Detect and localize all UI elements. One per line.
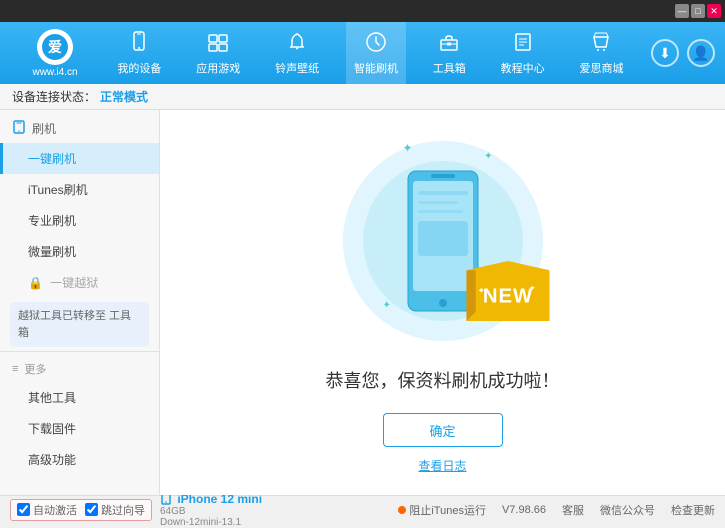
more-section-header: ≡ 更多 [0, 356, 159, 382]
apps-games-icon [207, 31, 229, 56]
logo-area: 爱 www.i4.cn [10, 29, 100, 78]
phone-illustration: ✦ ✦ ✦ NEW [343, 131, 543, 351]
toolbox-icon [438, 31, 460, 56]
minimize-button[interactable]: — [675, 4, 689, 18]
sidebar-item-download-firmware[interactable]: 下载固件 [0, 413, 159, 444]
smart-flash-icon [365, 31, 387, 56]
flash-section-header: 刷机 [0, 114, 159, 143]
flash-section-label: 刷机 [32, 120, 56, 137]
sparkle-2: ✦ [484, 151, 492, 162]
sidebar: 刷机 一键刷机 iTunes刷机 专业刷机 微量刷机 🔒 一键越狱 越狱工具已转… [0, 110, 160, 495]
nav-smart-flash-label: 智能刷机 [354, 60, 398, 76]
itunes-status: 阻止iTunes运行 [398, 502, 486, 518]
content-area: ✦ ✦ ✦ NEW [160, 110, 725, 495]
nav-tutorials[interactable]: 教程中心 [493, 22, 553, 84]
download-button[interactable]: ⬇ [651, 39, 679, 67]
jailbreak-note: 越狱工具已转移至 工具箱 [10, 302, 149, 347]
title-bar: — □ ✕ [0, 0, 725, 22]
sidebar-item-advanced[interactable]: 高级功能 [0, 444, 159, 475]
nav-tutorials-label: 教程中心 [501, 60, 545, 76]
sidebar-item-pro-flash[interactable]: 专业刷机 [0, 205, 159, 236]
sidebar-item-one-click-flash[interactable]: 一键刷机 [0, 143, 159, 174]
sidebar-item-other-tools[interactable]: 其他工具 [0, 382, 159, 413]
device-info: iPhone 12 mini 64GB Down-12mini-13.1 [160, 492, 262, 528]
main-layout: 刷机 一键刷机 iTunes刷机 专业刷机 微量刷机 🔒 一键越狱 越狱工具已转… [0, 110, 725, 495]
skip-wizard-label: 跳过向导 [101, 502, 145, 518]
sidebar-divider [0, 351, 159, 352]
logo-text: www.i4.cn [32, 67, 77, 78]
bottom-right: 阻止iTunes运行 V7.98.66 客服 微信公众号 检查更新 [398, 502, 715, 518]
header-actions: ⬇ 👤 [651, 39, 715, 67]
itunes-status-dot [398, 506, 406, 514]
lock-icon: 🔒 [28, 276, 43, 290]
flash-section-icon [12, 120, 26, 137]
svg-text:NEW: NEW [482, 286, 532, 308]
sidebar-item-itunes-flash[interactable]: iTunes刷机 [0, 174, 159, 205]
maximize-button[interactable]: □ [691, 4, 705, 18]
ringtones-icon [286, 31, 308, 56]
nav-mall-label: 爱思商城 [579, 60, 623, 76]
nav-apps-games[interactable]: 应用游戏 [188, 22, 248, 84]
check-update-link[interactable]: 检查更新 [671, 502, 715, 518]
status-bar: 设备连接状态： 正常模式 [0, 84, 725, 110]
sidebar-item-jailbreak-disabled: 🔒 一键越狱 [0, 267, 159, 298]
mall-icon [590, 31, 612, 56]
bottom-bar: 自动激活 跳过向导 iPhone 12 mini 64GB Down-12min… [0, 495, 725, 523]
status-label: 设备连接状态： [12, 88, 96, 105]
account-button[interactable]: 👤 [687, 39, 715, 67]
auto-launch-input[interactable] [17, 503, 30, 516]
logo-icon: 爱 [37, 29, 73, 65]
nav-apps-games-label: 应用游戏 [196, 60, 240, 76]
nav-ringtones-label: 铃声壁纸 [275, 60, 319, 76]
skip-wizard-input[interactable] [85, 503, 98, 516]
device-model: Down-12mini-13.1 [160, 517, 262, 528]
sparkle-1: ✦ [403, 141, 413, 155]
nav-toolbox-label: 工具箱 [433, 60, 466, 76]
close-button[interactable]: ✕ [707, 4, 721, 18]
nav-ringtones[interactable]: 铃声壁纸 [267, 22, 327, 84]
support-link[interactable]: 客服 [562, 502, 584, 518]
device-storage: 64GB [160, 506, 262, 517]
sparkle-3: ✦ [383, 300, 391, 311]
auto-launch-checkbox[interactable]: 自动激活 [17, 502, 77, 518]
nav-toolbox[interactable]: 工具箱 [425, 22, 474, 84]
nav-items: 我的设备 应用游戏 铃声壁纸 智能刷机 工具箱 [100, 22, 641, 84]
svg-text:✦: ✦ [477, 285, 485, 295]
confirm-button[interactable]: 确定 [383, 413, 503, 447]
view-log-link[interactable]: 查看日志 [418, 457, 466, 474]
bottom-left: 自动激活 跳过向导 iPhone 12 mini 64GB Down-12min… [10, 492, 398, 528]
new-badge: NEW ✦ ✦ [463, 261, 553, 321]
header: 爱 www.i4.cn 我的设备 应用游戏 铃声壁纸 [0, 22, 725, 84]
version-text: V7.98.66 [502, 504, 546, 516]
my-device-icon [128, 31, 150, 56]
skip-wizard-checkbox[interactable]: 跳过向导 [85, 502, 145, 518]
auto-launch-label: 自动激活 [33, 502, 77, 518]
nav-my-device[interactable]: 我的设备 [109, 22, 169, 84]
sidebar-item-micro-flash[interactable]: 微量刷机 [0, 236, 159, 267]
more-bars-icon: ≡ [12, 363, 18, 375]
nav-mall[interactable]: 爱思商城 [571, 22, 631, 84]
nav-smart-flash[interactable]: 智能刷机 [346, 22, 406, 84]
svg-text:爱: 爱 [48, 40, 62, 56]
success-text: 恭喜您，保资料刷机成功啦！ [326, 367, 560, 393]
tutorials-icon [512, 31, 534, 56]
nav-my-device-label: 我的设备 [117, 60, 161, 76]
status-value: 正常模式 [100, 88, 148, 105]
svg-text:✦: ✦ [529, 284, 535, 293]
wechat-link[interactable]: 微信公众号 [600, 502, 655, 518]
